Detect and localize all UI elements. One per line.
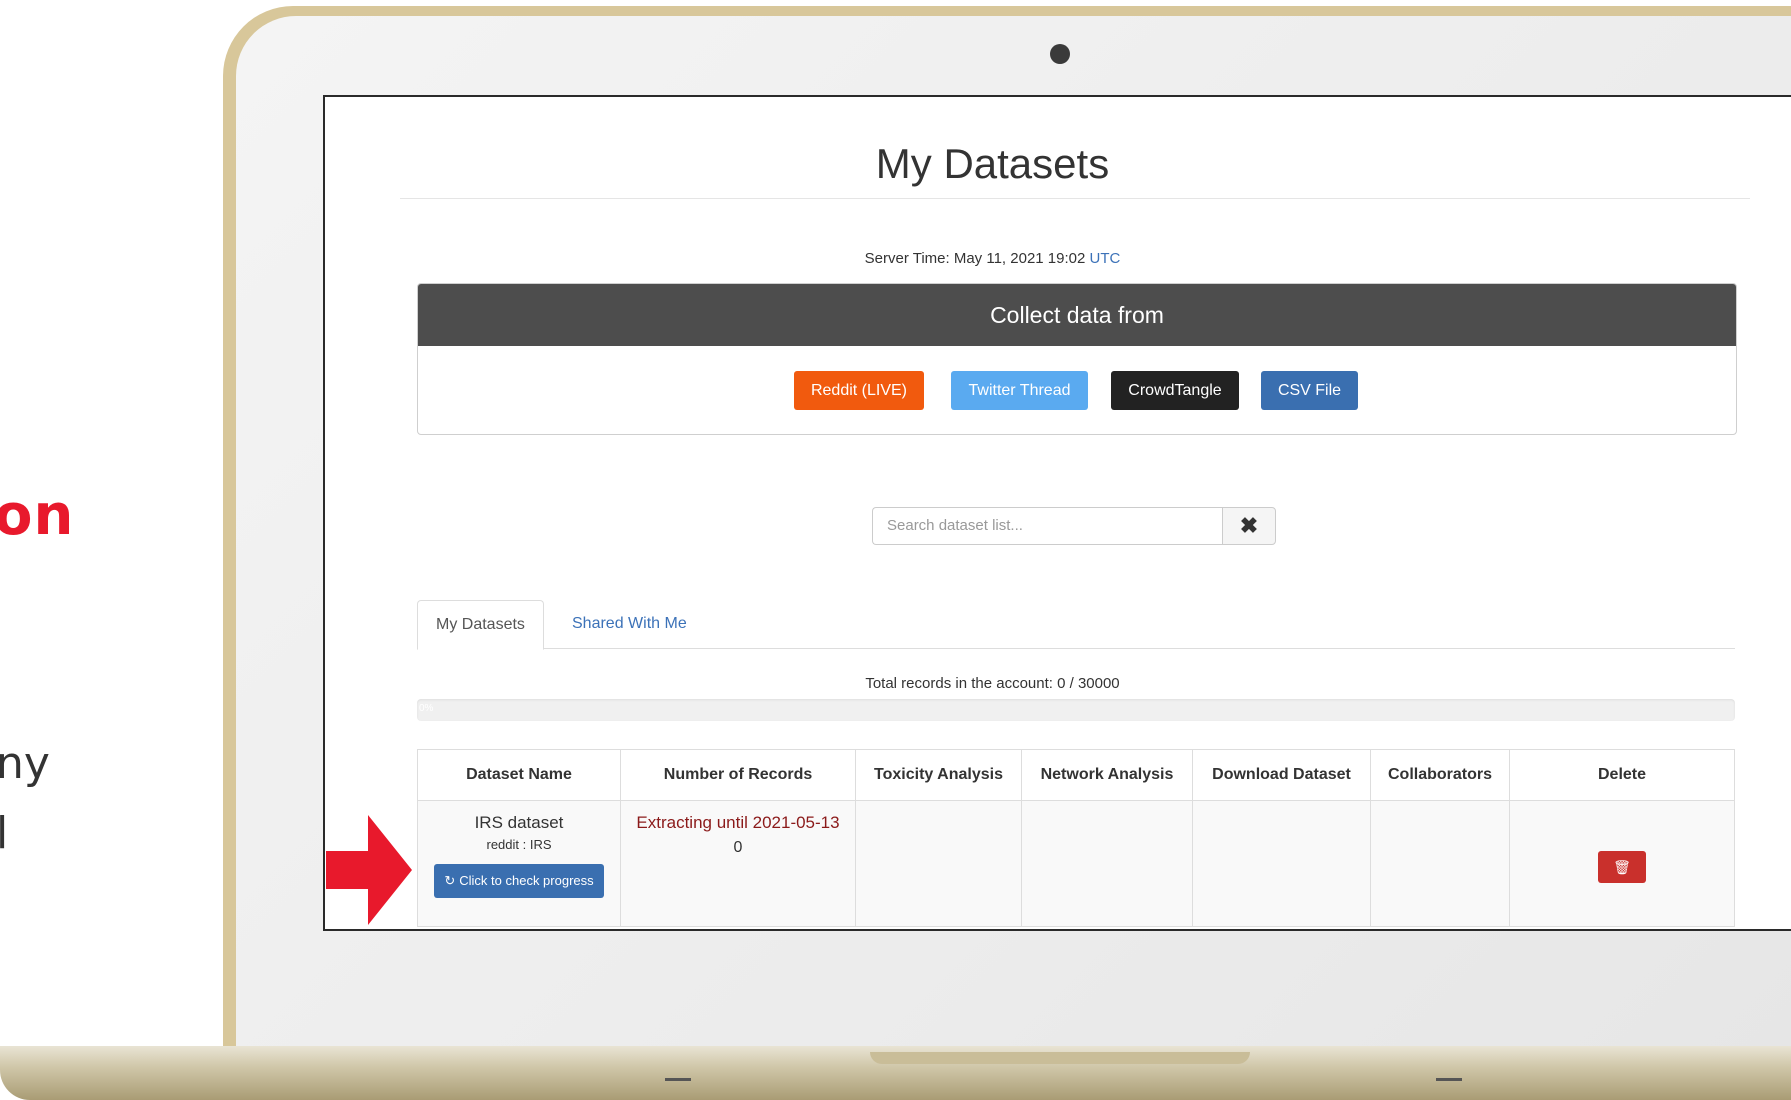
clear-search-button[interactable]: ✖ xyxy=(1222,507,1276,545)
progress-percent: 0% xyxy=(419,703,434,714)
check-progress-button[interactable]: ↻ Click to check progress xyxy=(434,864,604,898)
slide-body-fragment-1: ny xyxy=(0,738,50,789)
network-cell xyxy=(1021,800,1193,927)
header-delete: Delete xyxy=(1509,749,1735,801)
dataset-name: IRS dataset xyxy=(474,813,564,832)
slide-heading-fragment: on xyxy=(0,483,75,548)
server-time-label: Server Time: May 11, 2021 19:02 xyxy=(864,250,1086,267)
record-count: 0 xyxy=(733,839,743,856)
twitter-thread-button[interactable]: Twitter Thread xyxy=(951,371,1088,410)
arrow-right-icon xyxy=(326,815,412,925)
header-download-dataset: Download Dataset xyxy=(1192,749,1371,801)
camera-icon xyxy=(1050,44,1070,64)
datasets-table: Dataset Name Number of Records Toxicity … xyxy=(417,749,1735,927)
table-header-row: Dataset Name Number of Records Toxicity … xyxy=(417,749,1735,801)
records-progress-bar: 0% xyxy=(417,699,1735,721)
dataset-tabs: My Datasets Shared With Me xyxy=(417,600,1735,650)
delete-cell: 🗑 xyxy=(1509,800,1735,927)
collect-panel: Collect data from Reddit (LIVE) Twitter … xyxy=(417,283,1737,435)
check-progress-label: Click to check progress xyxy=(459,873,594,888)
download-cell xyxy=(1192,800,1371,927)
laptop-screen: My Datasets Server Time: May 11, 2021 19… xyxy=(323,95,1791,931)
extracting-status: Extracting until 2021-05-13 xyxy=(636,813,840,832)
slide-body-fragment-2: l xyxy=(0,808,9,859)
delete-button[interactable]: 🗑 xyxy=(1598,851,1646,883)
server-time-zone: UTC xyxy=(1089,250,1121,267)
refresh-icon: ↻ xyxy=(444,873,456,888)
collect-panel-heading: Collect data from xyxy=(418,284,1736,346)
csv-file-button[interactable]: CSV File xyxy=(1261,371,1358,410)
laptop-foot xyxy=(665,1078,691,1081)
header-toxicity-analysis: Toxicity Analysis xyxy=(855,749,1022,801)
header-dataset-name: Dataset Name xyxy=(417,749,621,801)
laptop-notch xyxy=(870,1052,1250,1064)
crowdtangle-button[interactable]: CrowdTangle xyxy=(1111,371,1239,410)
server-time: Server Time: May 11, 2021 19:02 UTC xyxy=(325,250,1660,267)
close-icon: ✖ xyxy=(1239,513,1259,538)
table-row: IRS dataset reddit : IRS ↻ Click to check… xyxy=(417,800,1735,927)
dataset-source: reddit : IRS xyxy=(486,837,552,852)
toxicity-cell xyxy=(855,800,1022,927)
tab-shared-with-me[interactable]: Shared With Me xyxy=(554,600,705,648)
dataset-name-cell: IRS dataset reddit : IRS ↻ Click to check… xyxy=(417,800,621,927)
divider xyxy=(400,198,1750,199)
tab-my-datasets[interactable]: My Datasets xyxy=(417,600,544,650)
header-collaborators: Collaborators xyxy=(1370,749,1510,801)
trash-icon: 🗑 xyxy=(1613,859,1631,875)
records-cell: Extracting until 2021-05-13 0 xyxy=(620,800,856,927)
header-number-of-records: Number of Records xyxy=(620,749,856,801)
search-input[interactable]: Search dataset list... xyxy=(872,507,1222,545)
laptop-foot xyxy=(1436,1078,1462,1081)
total-records-label: Total records in the account: 0 / 30000 xyxy=(865,675,1120,692)
page-title: My Datasets xyxy=(875,140,1110,187)
header-network-analysis: Network Analysis xyxy=(1021,749,1193,801)
collaborators-cell xyxy=(1370,800,1510,927)
reddit-live-button[interactable]: Reddit (LIVE) xyxy=(794,371,924,410)
